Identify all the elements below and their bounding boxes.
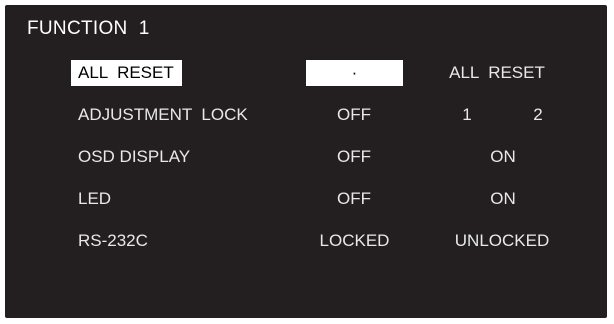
- menu-label-adjustment-lock: ADJUSTMENT LOCK: [78, 105, 248, 124]
- option-led-on[interactable]: ON: [480, 186, 526, 212]
- option-all-reset-blank[interactable]: ·: [306, 60, 403, 86]
- menu-title: FUNCTION 1: [27, 18, 150, 39]
- menu-row-osd-display[interactable]: OSD DISPLAY OFF ON: [5, 144, 607, 170]
- menu-row-all-reset[interactable]: ALL RESET · ALL RESET: [5, 60, 607, 86]
- menu-label-led: LED: [78, 189, 112, 208]
- menu-label-osd-display: OSD DISPLAY: [78, 147, 191, 166]
- option-adjustment-lock-1[interactable]: 1: [455, 102, 479, 128]
- option-rs232c-unlocked[interactable]: UNLOCKED: [440, 228, 564, 254]
- menu-row-led[interactable]: LED OFF ON: [5, 186, 607, 212]
- option-all-reset-confirm[interactable]: ALL RESET: [438, 60, 556, 86]
- menu-label-rs232c: RS-232C: [78, 231, 148, 250]
- menu-label-all-reset[interactable]: ALL RESET: [71, 60, 182, 86]
- option-adjustment-lock-off[interactable]: OFF: [323, 102, 385, 128]
- option-led-off[interactable]: OFF: [323, 186, 385, 212]
- osd-menu-panel: FUNCTION 1 ALL RESET · ALL RESET ADJUSTM…: [5, 5, 607, 318]
- menu-row-adjustment-lock[interactable]: ADJUSTMENT LOCK OFF 1 2: [5, 102, 607, 128]
- option-rs232c-locked[interactable]: LOCKED: [306, 228, 403, 254]
- option-osd-display-off[interactable]: OFF: [323, 144, 385, 170]
- option-osd-display-on[interactable]: ON: [480, 144, 526, 170]
- option-adjustment-lock-2[interactable]: 2: [526, 102, 550, 128]
- menu-row-rs232c[interactable]: RS-232C LOCKED UNLOCKED: [5, 228, 607, 254]
